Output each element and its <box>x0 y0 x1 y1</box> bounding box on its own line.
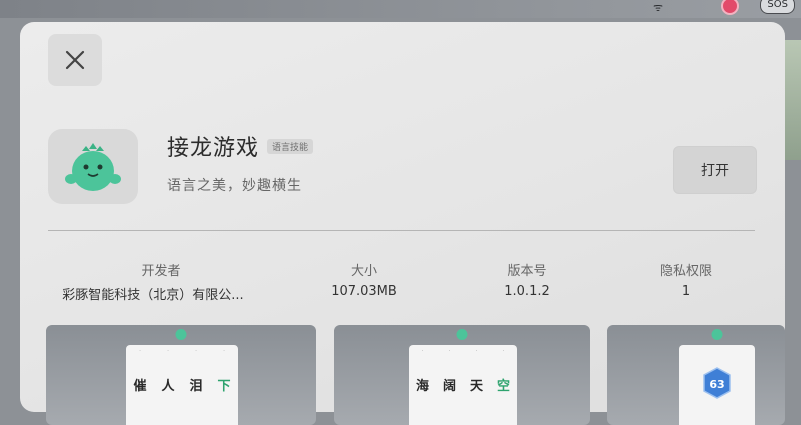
close-icon <box>65 50 85 70</box>
pinyin-row: · · · · <box>421 348 505 354</box>
app-detail-panel: 接龙游戏 语言技能 语言之美，妙趣横生 打开 开发者 彩豚智能科技（北京）有限公… <box>20 22 785 425</box>
divider <box>48 230 755 231</box>
score-card: 63 <box>679 345 755 425</box>
open-button[interactable]: 打开 <box>673 146 757 194</box>
developer-value: 彩豚智能科技（北京）有限公... <box>62 288 244 303</box>
skill-tag: 语言技能 <box>267 139 314 154</box>
mascot-icon <box>456 329 468 340</box>
size-value: 107.03MB <box>331 284 397 299</box>
developer-label: 开发者 <box>141 264 181 279</box>
screenshot-header <box>175 329 187 340</box>
score-hexagon-icon: 63 <box>703 367 731 399</box>
idiom-chars: 催 人 泪 下 <box>133 379 231 394</box>
size-label: 大小 <box>350 264 378 279</box>
version-value: 1.0.1.2 <box>504 284 550 299</box>
sos-badge[interactable]: SOS <box>760 0 795 14</box>
word-card: · · · · 催 人 泪 下 <box>126 345 238 425</box>
app-title: 接龙游戏 <box>167 136 260 161</box>
app-icon <box>48 129 138 204</box>
idiom-chars: 海 阔 天 空 <box>415 379 510 394</box>
mascot-icon <box>711 329 723 340</box>
status-bar: ᯤ SOS <box>0 0 801 18</box>
close-button[interactable] <box>48 34 102 86</box>
mascot-icon <box>175 329 187 340</box>
record-icon[interactable] <box>721 0 739 15</box>
wifi-icon: ᯤ <box>652 1 663 14</box>
privacy-label: 隐私权限 <box>659 264 713 279</box>
version-label: 版本号 <box>507 264 547 279</box>
screenshot-header <box>456 329 468 340</box>
screenshot-header <box>711 329 723 340</box>
dinosaur-mascot-icon <box>65 142 121 191</box>
svg-text:63: 63 <box>709 378 724 391</box>
screenshot-1[interactable]: · · · · 催 人 泪 下 <box>46 325 316 425</box>
screenshot-3[interactable]: 63 <box>607 325 785 425</box>
screenshot-2[interactable]: · · · · 海 阔 天 空 <box>334 325 590 425</box>
pinyin-row: · · · · <box>139 348 225 354</box>
word-card: · · · · 海 阔 天 空 <box>409 345 517 425</box>
privacy-value[interactable]: 1 <box>682 284 690 299</box>
app-subtitle: 语言之美，妙趣横生 <box>167 178 302 194</box>
